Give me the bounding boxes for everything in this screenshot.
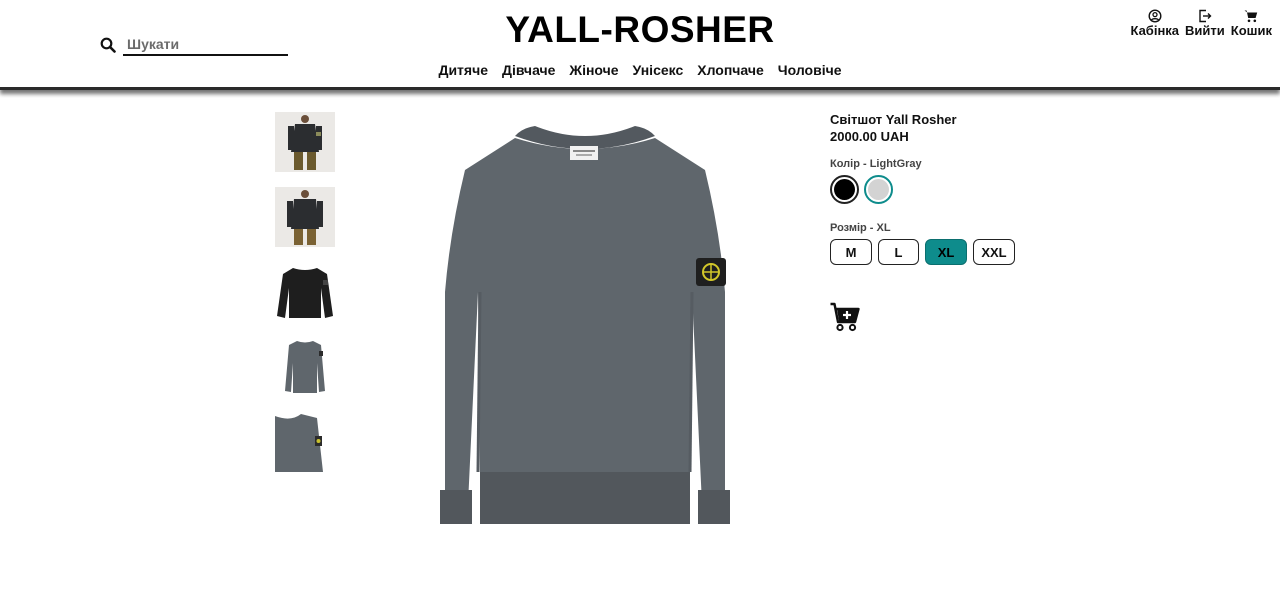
add-to-cart-button[interactable] [830,302,860,332]
size-button-l[interactable]: L [878,239,919,265]
header-actions: Кабінка Вийти Кошик [1130,9,1272,38]
model-front-image [275,112,335,172]
thumbnail-gray-sweater-crop[interactable] [275,412,335,472]
thumbnail-gray-sweater[interactable] [275,337,335,397]
nav-item-boys[interactable]: Хлопчаче [697,62,764,78]
color-label: Колір - LightGray [830,158,922,170]
logout-button[interactable]: Вийти [1185,9,1225,38]
product-price: 2000.00 UAH [830,129,909,144]
nav-item-unisex[interactable]: Унісекс [633,62,684,78]
category-nav: Дитяче Дівчаче Жіноче Унісекс Хлопчаче Ч… [0,62,1280,78]
gray-sweater-image [440,126,730,524]
nav-item-women[interactable]: Жіноче [569,62,618,78]
color-swatch-black[interactable] [830,175,859,204]
nav-item-girls[interactable]: Дівчаче [502,62,555,78]
size-button-xxl[interactable]: XXL [973,239,1015,265]
nav-item-kids[interactable]: Дитяче [438,62,488,78]
site-header: YALL-ROSHER Дитяче Дівчаче Жіноче Унісек… [0,0,1280,90]
account-label: Кабінка [1130,23,1180,38]
logout-label: Вийти [1185,23,1225,38]
product-info: Світшот Yall Rosher 2000.00 UAH Колір - … [830,112,1130,332]
logout-icon [1199,9,1212,23]
color-options [830,175,893,204]
cart-label: Кошик [1230,23,1272,38]
cart-plus-icon [830,302,860,332]
gray-sweater-small-image [275,337,335,397]
product-title: Світшот Yall Rosher [830,112,957,127]
main-product-image[interactable] [420,112,750,542]
user-circle-icon [1148,9,1162,23]
color-swatch-lightgray[interactable] [864,175,893,204]
account-button[interactable]: Кабінка [1130,9,1179,38]
cart-icon [1244,10,1258,23]
thumbnail-model-back[interactable] [275,187,335,247]
site-logo[interactable]: YALL-ROSHER [0,9,1280,51]
black-sweater-image [275,262,335,322]
size-options: M L XL XXL [830,239,1015,265]
nav-item-men[interactable]: Чоловіче [778,62,842,78]
gray-sweater-crop-image [275,412,335,472]
thumbnail-black-sweater[interactable] [275,262,335,322]
cart-button[interactable]: Кошик [1231,9,1272,38]
size-button-xl[interactable]: XL [925,239,967,265]
model-back-image [275,187,335,247]
thumbnail-model-front[interactable] [275,112,335,172]
size-label: Розмір - XL [830,222,891,234]
size-button-m[interactable]: M [830,239,872,265]
header-divider [0,87,1280,90]
